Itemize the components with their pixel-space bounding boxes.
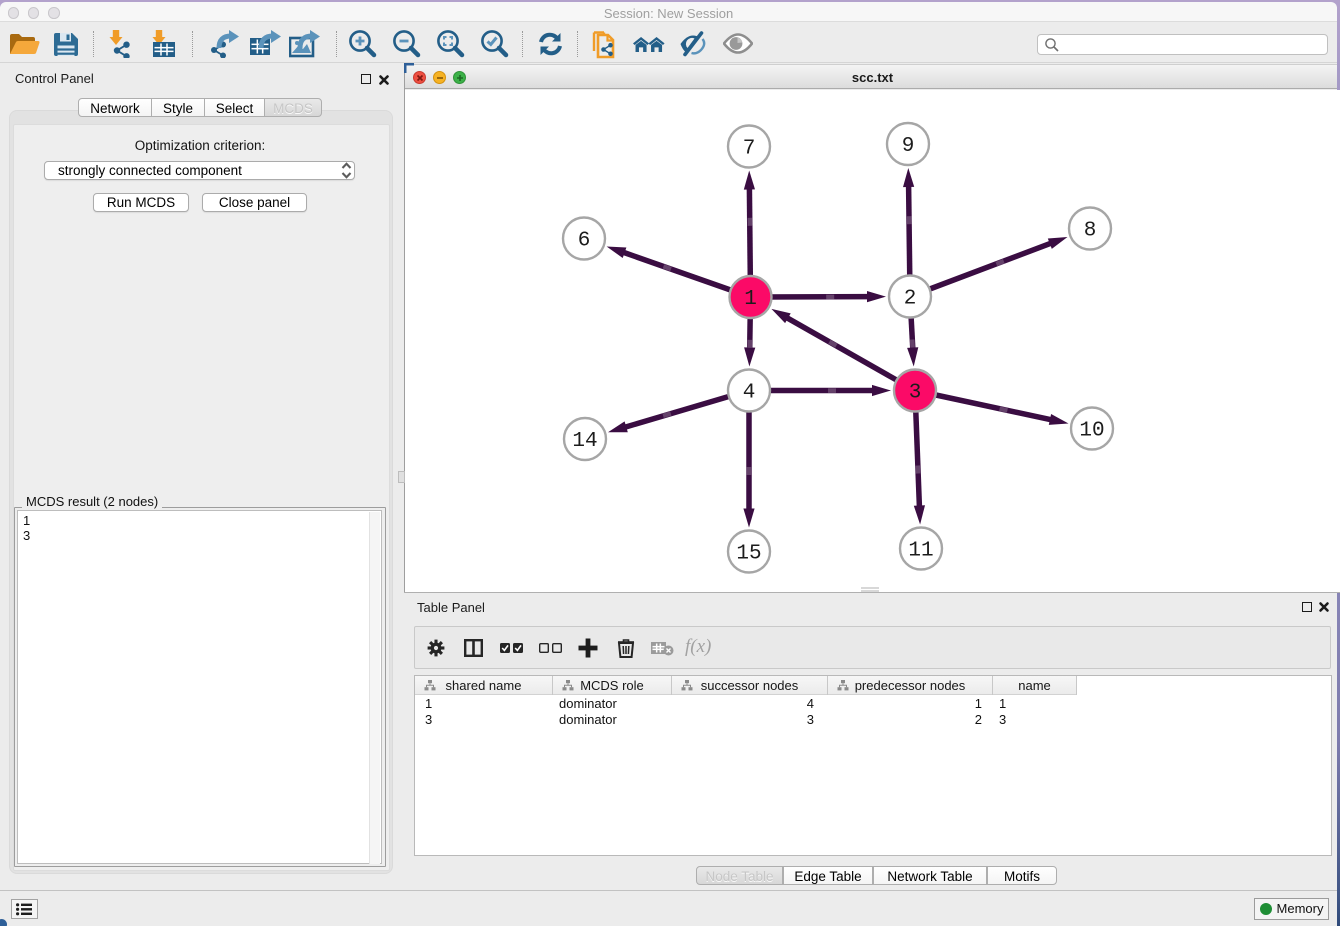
svg-text:1: 1 xyxy=(744,288,757,311)
svg-text:2: 2 xyxy=(904,288,917,311)
svg-text:14: 14 xyxy=(572,430,597,453)
svg-text:10: 10 xyxy=(1079,420,1104,443)
svg-text:6: 6 xyxy=(578,230,591,253)
svg-text:9: 9 xyxy=(902,135,915,158)
svg-text:3: 3 xyxy=(909,382,922,405)
svg-text:4: 4 xyxy=(743,382,756,405)
svg-text:8: 8 xyxy=(1084,220,1097,243)
svg-text:11: 11 xyxy=(908,540,933,563)
svg-text:7: 7 xyxy=(743,138,756,161)
svg-text:15: 15 xyxy=(736,543,761,566)
